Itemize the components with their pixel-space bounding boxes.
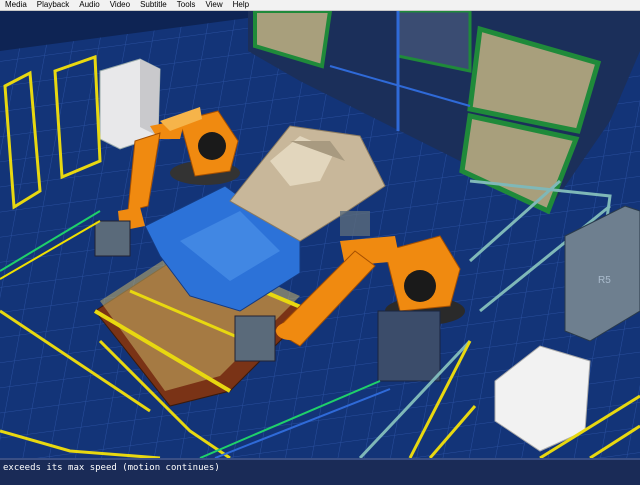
menu-video[interactable]: Video [105, 0, 135, 10]
video-viewport[interactable]: R5 [0, 11, 640, 458]
menu-audio[interactable]: Audio [74, 0, 104, 10]
robot-pedestal [377, 310, 441, 382]
menu-help[interactable]: Help [228, 0, 254, 10]
menu-media[interactable]: Media [0, 0, 32, 10]
panel-label: R5 [598, 275, 611, 286]
menu-tools[interactable]: Tools [172, 0, 201, 10]
status-message: exceeds its max speed (motion continues) [3, 463, 220, 473]
menu-view[interactable]: View [200, 0, 227, 10]
menu-playback[interactable]: Playback [32, 0, 74, 10]
robot-cell-scene: R5 [0, 11, 640, 458]
status-bar: exceeds its max speed (motion continues) [0, 458, 640, 485]
menu-bar: Media Playback Audio Video Subtitle Tool… [0, 0, 640, 11]
menu-subtitle[interactable]: Subtitle [135, 0, 172, 10]
